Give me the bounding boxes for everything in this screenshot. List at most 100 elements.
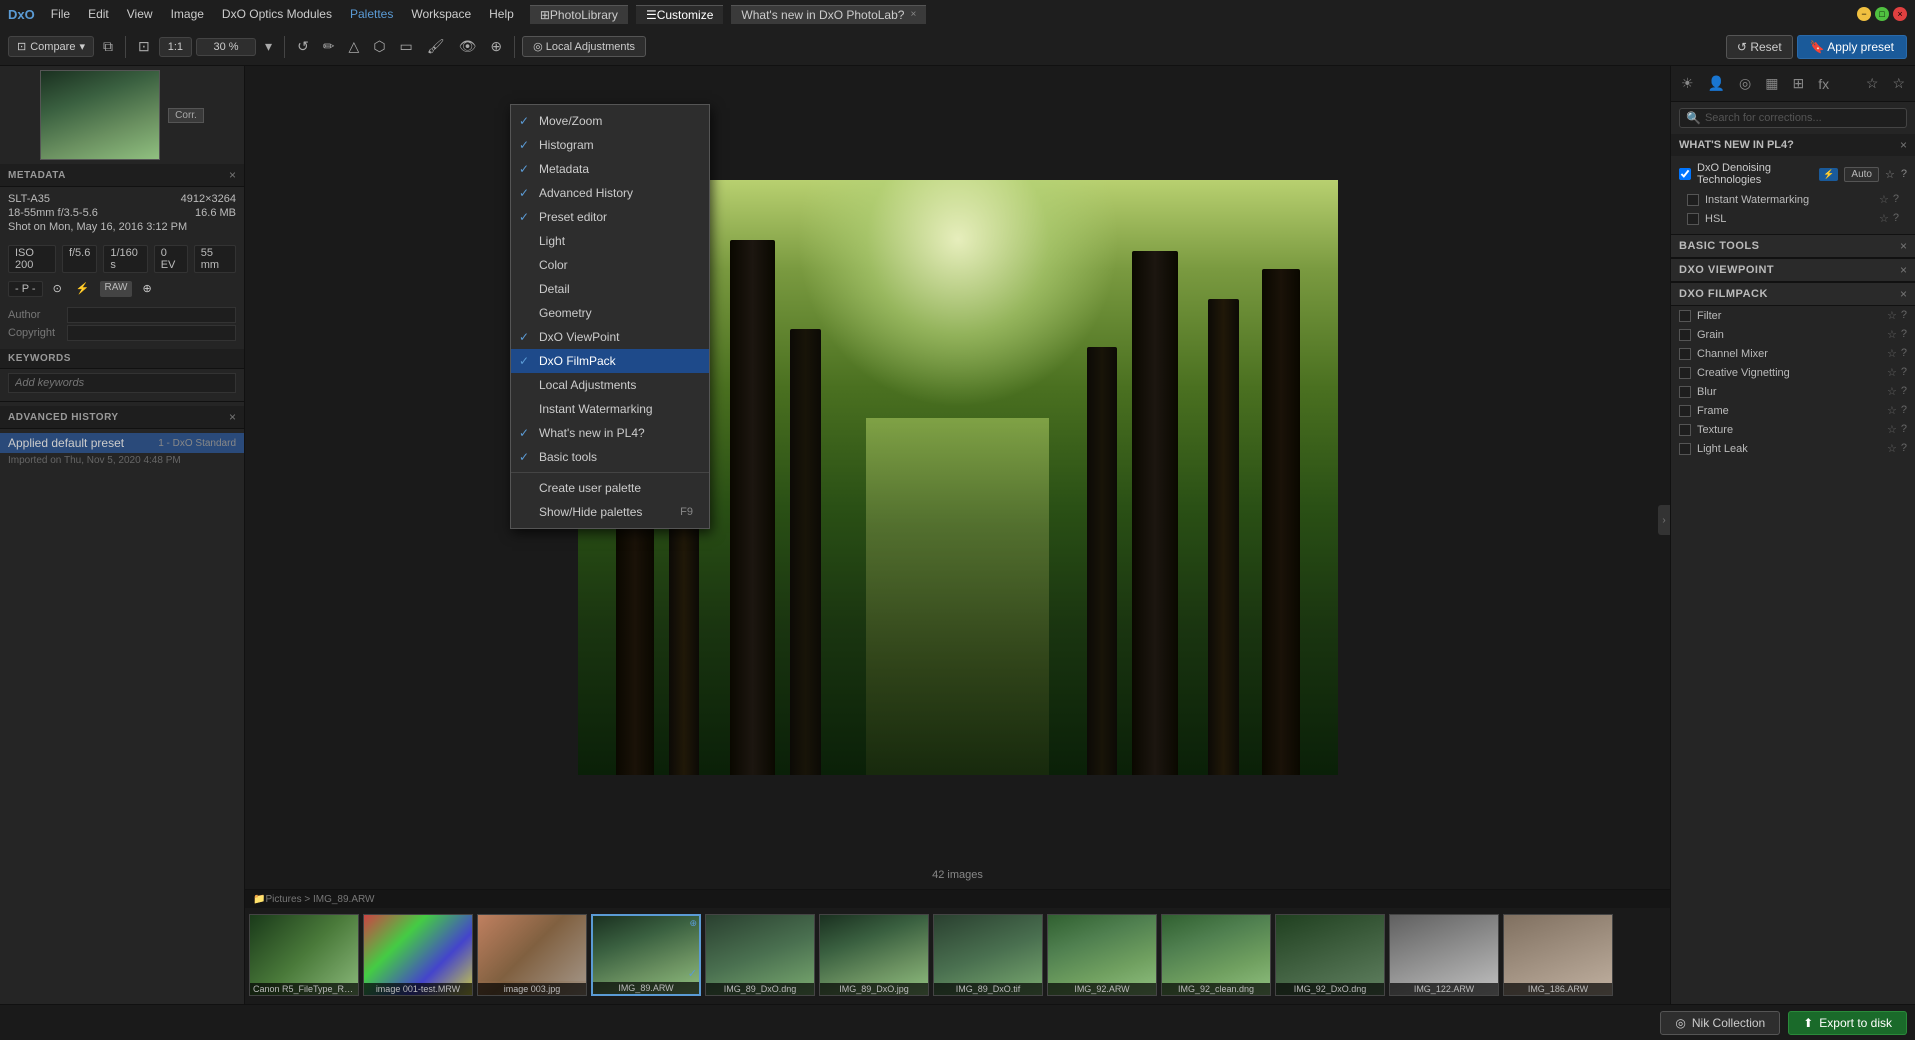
menu-edit[interactable]: Edit [80, 5, 117, 23]
star-icon-filter[interactable]: ☆ [1887, 309, 1897, 322]
metering-icon[interactable]: ⊙ [49, 281, 66, 297]
menu-show-hide-palettes[interactable]: Show/Hide palettes F9 [511, 500, 709, 524]
menu-palettes[interactable]: Palettes [342, 5, 401, 23]
filmpack-item-blur[interactable]: Blur ☆ ? [1671, 382, 1915, 401]
gradient-button[interactable]: ▭ [395, 35, 418, 58]
keywords-section-header[interactable]: Keywords [0, 349, 244, 369]
dxo-viewpoint-section[interactable]: DXO VIEWPOINT × [1671, 258, 1915, 282]
menu-basic-tools[interactable]: ✓ Basic tools [511, 445, 709, 469]
dxo-filmpack-close-icon[interactable]: × [1900, 287, 1907, 301]
star-icon-grain[interactable]: ☆ [1887, 328, 1897, 341]
star-icon-texture[interactable]: ☆ [1887, 423, 1897, 436]
menu-advanced-history[interactable]: ✓ Advanced History [511, 181, 709, 205]
menu-preset-editor[interactable]: ✓ Preset editor [511, 205, 709, 229]
grid-icon-btn[interactable]: ▦ [1759, 71, 1784, 96]
menu-color[interactable]: Color [511, 253, 709, 277]
menu-instant-watermarking[interactable]: Instant Watermarking [511, 397, 709, 421]
corrections-button[interactable]: Corr. [168, 108, 204, 123]
menu-create-user-palette[interactable]: Create user palette [511, 476, 709, 500]
close-button[interactable]: × [1893, 7, 1907, 21]
channel-mixer-checkbox[interactable] [1679, 348, 1691, 360]
polygon-button[interactable]: ⬡ [368, 35, 390, 58]
menu-histogram[interactable]: ✓ Histogram [511, 133, 709, 157]
sliders-icon-btn[interactable]: ⊞ [1786, 71, 1810, 96]
zoom-dropdown-button[interactable]: ▾ [260, 35, 277, 58]
close-tab-icon[interactable]: × [910, 9, 916, 20]
star-icon-frame[interactable]: ☆ [1887, 404, 1897, 417]
star-icon-hsl[interactable]: ☆ [1879, 212, 1889, 225]
repair-button[interactable]: ⊕ [485, 35, 507, 58]
film-thumb-8[interactable]: IMG_92_clean.dng [1161, 914, 1271, 996]
dxo-viewpoint-close-icon[interactable]: × [1900, 263, 1907, 277]
filter-checkbox[interactable] [1679, 310, 1691, 322]
circle-icon-btn[interactable]: ◎ [1733, 71, 1757, 96]
film-thumb-3[interactable]: ⊕ ✓ IMG_89.ARW [591, 914, 701, 996]
film-thumb-11[interactable]: IMG_186.ARW [1503, 914, 1613, 996]
tab-customize[interactable]: ☰ Customize [636, 5, 723, 24]
star-icon-channel-mixer[interactable]: ☆ [1887, 347, 1897, 360]
film-thumb-4[interactable]: IMG_89_DxO.dng [705, 914, 815, 996]
maximize-button[interactable]: □ [1875, 7, 1889, 21]
whats-new-close-icon[interactable]: × [1900, 138, 1907, 152]
instant-watermarking-checkbox[interactable] [1687, 194, 1699, 206]
menu-help[interactable]: Help [481, 5, 522, 23]
split-view-button[interactable]: ⧉ [98, 35, 118, 58]
keywords-input[interactable] [8, 373, 236, 393]
tab-whats-new[interactable]: What's new in DxO PhotoLab? × [731, 5, 926, 24]
film-thumb-9[interactable]: IMG_92_DxO.dng [1275, 914, 1385, 996]
person-icon-btn[interactable]: 👤 [1702, 71, 1731, 96]
grain-checkbox[interactable] [1679, 329, 1691, 341]
film-thumb-1[interactable]: image 001-test.MRW [363, 914, 473, 996]
help-icon-blur[interactable]: ? [1901, 385, 1907, 398]
menu-geometry[interactable]: Geometry [511, 301, 709, 325]
menu-dxo-filmpack[interactable]: ✓ DxO FilmPack [511, 349, 709, 373]
compare-button[interactable]: ⊡ Compare ▾ [8, 36, 94, 57]
shape-button[interactable]: △ [344, 35, 365, 58]
help-icon-channel-mixer[interactable]: ? [1901, 347, 1907, 360]
reset-button[interactable]: ↺ Reset [1726, 35, 1793, 59]
help-icon-filter[interactable]: ? [1901, 309, 1907, 322]
whats-new-panel-header[interactable]: WHAT'S NEW IN PL4? × [1671, 134, 1915, 156]
local-adjustments-button[interactable]: ◎ Local Adjustments [522, 36, 646, 57]
sun-icon-btn[interactable]: ☀ [1675, 71, 1700, 96]
copyright-input[interactable] [67, 325, 236, 341]
menu-dxo-optics[interactable]: DxO Optics Modules [214, 5, 340, 23]
film-thumb-6[interactable]: IMG_89_DxO.tif [933, 914, 1043, 996]
menu-move-zoom[interactable]: ✓ Move/Zoom [511, 109, 709, 133]
formula-icon-btn[interactable]: fx [1812, 72, 1835, 96]
help-icon-texture[interactable]: ? [1901, 423, 1907, 436]
film-thumb-10[interactable]: IMG_122.ARW [1389, 914, 1499, 996]
crop-button[interactable]: ⊡ [133, 35, 155, 58]
draw-button[interactable]: ✏ [318, 35, 340, 58]
star-icon-creative-vignetting[interactable]: ☆ [1887, 366, 1897, 379]
adv-history-close-icon[interactable]: × [229, 410, 236, 424]
star-icon-btn[interactable]: ☆ [1860, 71, 1885, 96]
menu-workspace[interactable]: Workspace [403, 5, 479, 23]
help-icon-frame[interactable]: ? [1901, 404, 1907, 417]
menu-metadata[interactable]: ✓ Metadata [511, 157, 709, 181]
dxo-filmpack-section[interactable]: DXO FILMPACK × [1671, 282, 1915, 306]
filmpack-item-frame[interactable]: Frame ☆ ? [1671, 401, 1915, 420]
help-icon-creative-vignetting[interactable]: ? [1901, 366, 1907, 379]
metadata-section-header[interactable]: METADATA × [0, 164, 244, 187]
filmpack-item-texture[interactable]: Texture ☆ ? [1671, 420, 1915, 439]
light-leak-checkbox[interactable] [1679, 443, 1691, 455]
filmpack-item-light-leak[interactable]: Light Leak ☆ ? [1671, 439, 1915, 458]
eyedropper-button[interactable]: 👁 [454, 35, 482, 58]
help-icon-light-leak[interactable]: ? [1901, 442, 1907, 455]
filmpack-item-creative-vignetting[interactable]: Creative Vignetting ☆ ? [1671, 363, 1915, 382]
denoising-auto[interactable]: Auto [1844, 167, 1879, 182]
denoising-checkbox[interactable] [1679, 168, 1691, 180]
adv-history-section-header[interactable]: ADVANCED HISTORY × [0, 406, 244, 429]
film-thumb-7[interactable]: IMG_92.ARW [1047, 914, 1157, 996]
basic-tools-close-icon[interactable]: × [1900, 239, 1907, 253]
denoising-star-icon[interactable]: ☆ [1885, 168, 1895, 181]
instant-watermarking-row[interactable]: Instant Watermarking ☆ ? [1679, 190, 1907, 209]
star-icon-wm[interactable]: ☆ [1879, 193, 1889, 206]
zoom-1-1-button[interactable]: 1:1 [159, 37, 192, 57]
export-button[interactable]: ⬆ Export to disk [1788, 1011, 1907, 1035]
minimize-button[interactable]: − [1857, 7, 1871, 21]
apply-preset-button[interactable]: 🔖 Apply preset [1797, 35, 1907, 59]
menu-file[interactable]: File [43, 5, 78, 23]
menu-view[interactable]: View [119, 5, 161, 23]
